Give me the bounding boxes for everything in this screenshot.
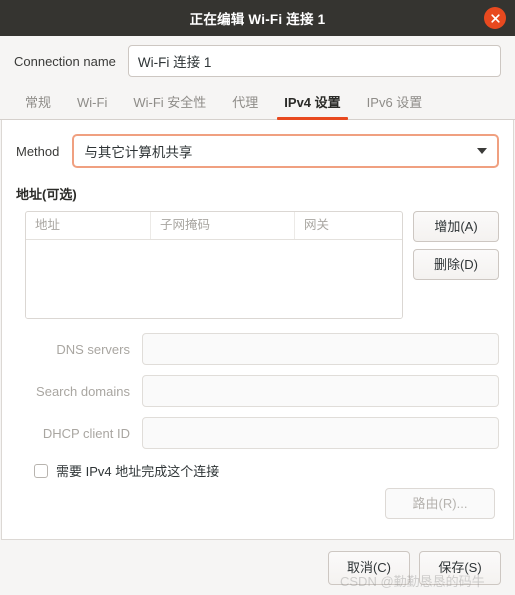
addresses-section-title: 地址(可选)	[16, 187, 77, 202]
page-title: 正在编辑 Wi-Fi 连接 1	[189, 12, 326, 27]
search-domains-input[interactable]	[142, 375, 499, 407]
tab-wifi-security[interactable]: Wi-Fi 安全性	[120, 86, 219, 119]
cancel-button[interactable]: 取消(C)	[328, 550, 410, 585]
dhcp-client-id-input[interactable]	[142, 417, 499, 449]
addresses-table[interactable]: 地址 子网掩码 网关	[25, 211, 403, 319]
addresses-area: 地址 子网掩码 网关 增加(A) 删除(D)	[16, 211, 499, 319]
ipv4-settings-panel: Method 与其它计算机共享 地址(可选) 地址 子网掩码 网关 增加(A) …	[1, 120, 514, 540]
save-button[interactable]: 保存(S)	[419, 550, 501, 585]
dhcp-client-id-label: DHCP client ID	[42, 425, 130, 441]
routes-row: 路由(R)...	[16, 488, 499, 519]
tab-wifi[interactable]: Wi-Fi	[64, 86, 120, 119]
tab-proxy[interactable]: 代理	[219, 86, 271, 119]
delete-address-button[interactable]: 删除(D)	[413, 249, 499, 280]
chevron-down-icon	[477, 148, 487, 154]
method-row: Method 与其它计算机共享	[16, 134, 499, 168]
method-selected-value: 与其它计算机共享	[84, 145, 193, 160]
search-domains-label: Search domains	[36, 383, 130, 399]
connection-name-row: Connection name	[0, 36, 515, 85]
tab-ipv4-settings[interactable]: IPv4 设置	[271, 86, 353, 120]
addresses-table-body	[26, 240, 402, 318]
method-select[interactable]: 与其它计算机共享	[72, 134, 499, 168]
dialog-footer: 取消(C) 保存(S)	[0, 540, 515, 595]
column-header-netmask: 子网掩码	[151, 212, 295, 239]
dns-servers-label: DNS servers	[56, 341, 130, 357]
search-domains-row: Search domains	[16, 375, 499, 407]
routes-button[interactable]: 路由(R)...	[385, 488, 495, 519]
close-icon[interactable]	[484, 7, 506, 29]
tab-bar: 常规 Wi-Fi Wi-Fi 安全性 代理 IPv4 设置 IPv6 设置	[0, 85, 515, 120]
require-ipv4-checkbox[interactable]	[34, 463, 48, 478]
method-label: Method	[16, 143, 60, 159]
column-header-address: 地址	[26, 212, 151, 239]
column-header-gateway: 网关	[304, 218, 330, 232]
close-glyph	[490, 13, 500, 23]
dns-servers-row: DNS servers	[16, 333, 499, 365]
require-ipv4-label: 需要 IPv4 地址完成这个连接	[56, 464, 220, 479]
dhcp-client-id-row: DHCP client ID	[16, 417, 499, 449]
tab-ipv6-settings[interactable]: IPv6 设置	[354, 86, 436, 119]
tab-general[interactable]: 常规	[12, 86, 64, 119]
connection-name-input[interactable]	[127, 45, 501, 77]
add-address-button[interactable]: 增加(A)	[413, 211, 499, 242]
require-ipv4-row[interactable]: 需要 IPv4 地址完成这个连接	[34, 461, 499, 480]
connection-name-label: Connection name	[14, 53, 116, 69]
titlebar: 正在编辑 Wi-Fi 连接 1	[0, 0, 515, 36]
addresses-buttons: 增加(A) 删除(D)	[413, 211, 499, 280]
edit-connection-dialog: 正在编辑 Wi-Fi 连接 1 Connection name 常规 Wi-Fi…	[0, 0, 515, 595]
dns-servers-input[interactable]	[142, 333, 499, 365]
addresses-table-header: 地址 子网掩码 网关	[26, 212, 402, 240]
